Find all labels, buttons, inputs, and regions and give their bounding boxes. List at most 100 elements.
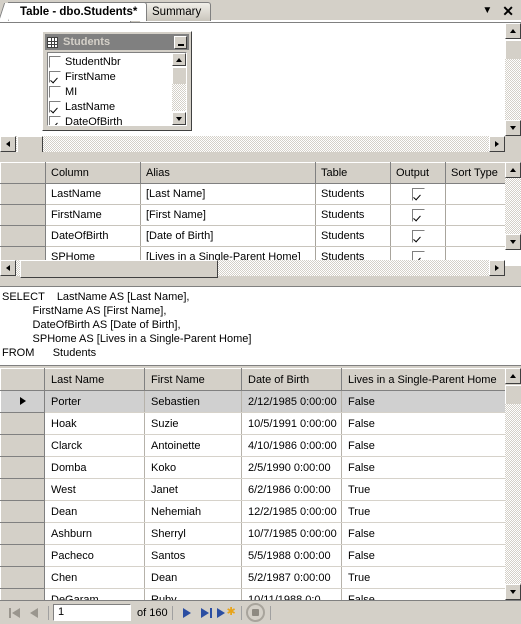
- list-item[interactable]: LastName: [49, 99, 186, 114]
- diagram-horizontal-scrollbar[interactable]: [0, 136, 505, 154]
- row-selector-current[interactable]: [0, 390, 45, 413]
- results-grid[interactable]: Last Name First Name Date of Birth Lives…: [0, 368, 505, 600]
- cell-last-name[interactable]: Dean: [44, 500, 145, 523]
- table-row[interactable]: DeGaram Ruby 10/11/1988 0:0… False: [0, 588, 505, 600]
- row-selector[interactable]: [0, 412, 45, 435]
- results-header-sphome[interactable]: Lives in a Single-Parent Home: [341, 368, 505, 391]
- cell-date-of-birth[interactable]: 10/7/1985 0:00:00: [241, 522, 342, 545]
- cell-first-name[interactable]: Sebastien: [144, 390, 242, 413]
- sql-text[interactable]: SELECT LastName AS [Last Name], FirstNam…: [2, 290, 521, 360]
- minimize-button[interactable]: [174, 35, 187, 49]
- cell-alias[interactable]: [Last Name]: [140, 183, 316, 205]
- row-selector[interactable]: [0, 522, 45, 545]
- tab-summary[interactable]: Summary: [140, 2, 212, 21]
- cell-last-name[interactable]: Porter: [44, 390, 145, 413]
- column-checkbox[interactable]: [49, 55, 61, 68]
- column-checkbox[interactable]: [49, 70, 61, 83]
- results-header-first-name[interactable]: First Name: [144, 368, 242, 391]
- cell-first-name[interactable]: Santos: [144, 544, 242, 567]
- scrollbar-track[interactable]: [505, 404, 521, 584]
- cell-sphome[interactable]: False: [341, 522, 505, 545]
- cell-sphome[interactable]: False: [341, 588, 505, 600]
- column-checkbox[interactable]: [49, 85, 61, 98]
- criteria-grid[interactable]: Column Alias Table Output Sort Type Last…: [0, 162, 521, 266]
- results-header-date-of-birth[interactable]: Date of Birth: [241, 368, 342, 391]
- new-record-icon[interactable]: ✱: [217, 604, 237, 622]
- column-checkbox[interactable]: [49, 100, 61, 113]
- diagram-vertical-scrollbar[interactable]: [505, 23, 521, 136]
- scroll-up-button[interactable]: [505, 368, 521, 384]
- criteria-vertical-scrollbar[interactable]: [505, 162, 521, 250]
- scroll-down-button[interactable]: [505, 234, 521, 250]
- cell-first-name[interactable]: Janet: [144, 478, 242, 501]
- table-row[interactable]: LastName [Last Name] Students: [0, 183, 521, 205]
- next-record-icon[interactable]: [177, 604, 197, 622]
- page-number-input[interactable]: 1: [53, 604, 131, 621]
- row-selector[interactable]: [0, 225, 46, 247]
- cell-last-name[interactable]: Domba: [44, 456, 145, 479]
- scroll-up-button[interactable]: [505, 23, 521, 39]
- criteria-header-output[interactable]: Output: [390, 162, 446, 184]
- cell-last-name[interactable]: DeGaram: [44, 588, 145, 600]
- table-row[interactable]: DateOfBirth [Date of Birth] Students: [0, 225, 521, 247]
- table-row[interactable]: Pacheco Santos 5/5/1988 0:00:00 False: [0, 544, 505, 567]
- criteria-horizontal-scrollbar[interactable]: [0, 260, 505, 278]
- cell-column[interactable]: DateOfBirth: [45, 225, 141, 247]
- list-item[interactable]: StudentNbr: [49, 54, 186, 69]
- results-header-last-name[interactable]: Last Name: [44, 368, 145, 391]
- diagram-table-students[interactable]: Students StudentNbr FirstName MI LastNam…: [42, 31, 192, 131]
- scroll-left-button[interactable]: [0, 136, 16, 152]
- table-row[interactable]: West Janet 6/2/1986 0:00:00 True: [0, 478, 505, 501]
- scrollbar-thumb[interactable]: [505, 385, 521, 405]
- list-item[interactable]: FirstName: [49, 69, 186, 84]
- last-record-icon[interactable]: [197, 604, 217, 622]
- cell-table[interactable]: Students: [315, 183, 391, 205]
- cell-table[interactable]: Students: [315, 225, 391, 247]
- row-selector[interactable]: [0, 566, 45, 589]
- cell-date-of-birth[interactable]: 4/10/1986 0:00:00: [241, 434, 342, 457]
- scroll-up-button[interactable]: [505, 162, 521, 178]
- cell-alias[interactable]: [First Name]: [140, 204, 316, 226]
- cell-last-name[interactable]: Chen: [44, 566, 145, 589]
- cell-date-of-birth[interactable]: 6/2/1986 0:00:00: [241, 478, 342, 501]
- cell-table[interactable]: Students: [315, 204, 391, 226]
- scroll-down-button[interactable]: [505, 584, 521, 600]
- list-item[interactable]: MI: [49, 84, 186, 99]
- cell-last-name[interactable]: Clarck: [44, 434, 145, 457]
- scroll-right-button[interactable]: [489, 136, 505, 152]
- scroll-up-button[interactable]: [172, 53, 186, 66]
- cell-column[interactable]: LastName: [45, 183, 141, 205]
- cell-alias[interactable]: [Date of Birth]: [140, 225, 316, 247]
- scrollbar-track[interactable]: [505, 178, 521, 234]
- chevron-down-icon[interactable]: ▼: [482, 5, 492, 16]
- scrollbar-thumb[interactable]: [172, 67, 186, 85]
- results-vertical-scrollbar[interactable]: [505, 368, 521, 600]
- scrollbar-thumb[interactable]: [505, 40, 521, 60]
- cell-first-name[interactable]: Sherryl: [144, 522, 242, 545]
- cell-sphome[interactable]: False: [341, 412, 505, 435]
- cell-date-of-birth[interactable]: 5/2/1987 0:00:00: [241, 566, 342, 589]
- cell-date-of-birth[interactable]: 12/2/1985 0:00:00: [241, 500, 342, 523]
- cell-sphome[interactable]: False: [341, 456, 505, 479]
- row-selector[interactable]: [0, 204, 46, 226]
- cell-first-name[interactable]: Suzie: [144, 412, 242, 435]
- cell-last-name[interactable]: Hoak: [44, 412, 145, 435]
- list-item[interactable]: DateOfBirth: [49, 114, 186, 125]
- cell-first-name[interactable]: Ruby: [144, 588, 242, 600]
- cell-sphome[interactable]: False: [341, 390, 505, 413]
- row-selector[interactable]: [0, 456, 45, 479]
- scroll-left-button[interactable]: [0, 260, 16, 276]
- tab-table-dbo-students[interactable]: Table - dbo.Students*: [8, 2, 148, 21]
- cell-column[interactable]: FirstName: [45, 204, 141, 226]
- cell-sphome[interactable]: False: [341, 434, 505, 457]
- criteria-header-column[interactable]: Column: [45, 162, 141, 184]
- cell-first-name[interactable]: Antoinette: [144, 434, 242, 457]
- row-selector[interactable]: [0, 478, 45, 501]
- cell-output[interactable]: [390, 225, 446, 247]
- scrollbar-track[interactable]: [505, 59, 521, 120]
- scroll-down-button[interactable]: [172, 112, 186, 125]
- row-selector[interactable]: [0, 434, 45, 457]
- row-selector[interactable]: [0, 500, 45, 523]
- cell-sphome[interactable]: False: [341, 544, 505, 567]
- cell-first-name[interactable]: Nehemiah: [144, 500, 242, 523]
